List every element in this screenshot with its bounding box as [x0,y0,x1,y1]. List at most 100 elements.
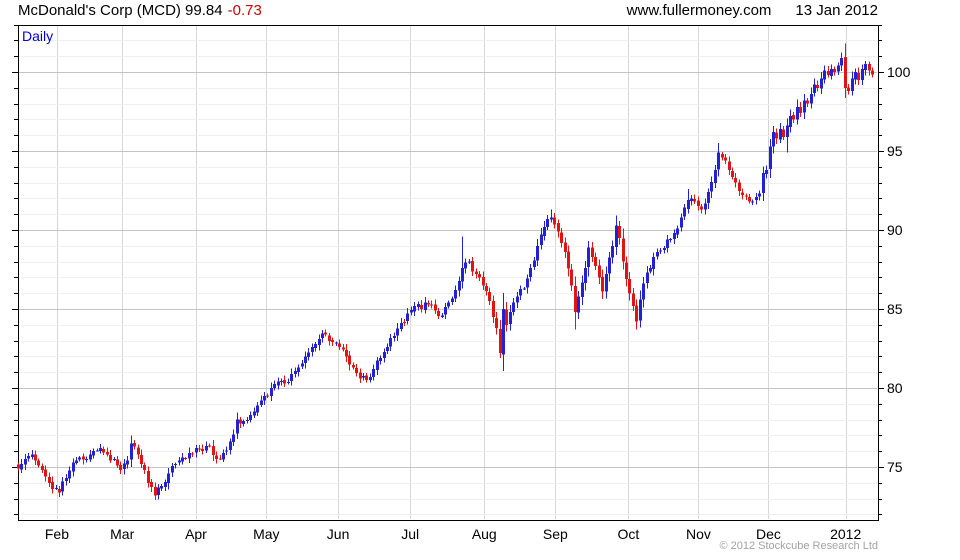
candle [20,459,23,474]
y-axis-label: 90 [887,222,903,238]
candle [505,302,508,332]
candle [833,66,836,76]
candle-body [488,292,491,302]
candle-body [307,352,310,357]
candle-body [44,469,47,477]
candle-body [594,257,597,266]
candle-body [482,276,485,286]
candle [806,97,809,107]
candle [642,277,645,308]
candle [400,317,403,332]
candle [37,458,40,468]
candle [314,342,317,352]
candle [116,455,119,469]
candle [430,300,433,309]
candle-body [444,307,447,315]
candle [693,194,696,204]
candle [34,450,37,466]
candle [857,67,860,86]
axis-ticks [12,25,884,515]
candle [270,382,273,402]
candle [519,285,522,300]
candle-body [301,363,304,367]
candle [260,395,263,408]
candle [615,215,618,255]
candle-body [669,238,672,240]
candle [533,257,536,271]
candle-body [266,395,269,397]
candle [731,167,734,180]
candle [263,391,266,405]
candle-body [123,463,126,469]
candle-body [290,373,293,382]
candle [772,125,775,154]
candle-body [369,377,372,380]
candle-body [622,238,625,262]
candle-body [690,198,693,202]
candle [502,292,505,371]
candle-body [109,455,112,461]
candle [762,166,765,202]
candle-body [454,290,457,299]
candle [871,67,874,78]
candle [294,367,297,378]
candle [386,343,389,355]
candle [123,459,126,475]
candle-body [27,455,30,459]
candle [85,456,88,463]
candle [864,61,867,76]
candle [632,288,635,312]
candle [687,188,690,214]
candle-body [34,454,37,461]
candle-body [673,233,676,240]
candle [420,300,423,313]
candle-body [65,478,68,482]
candle-body [236,419,239,434]
candle-body [417,304,420,307]
candle-body [567,251,570,269]
candle-body [792,114,795,120]
candle-body [536,245,539,261]
candle [441,312,444,319]
candle-body [400,323,403,329]
x-axis-label: Mar [110,526,134,542]
candle-body [468,261,471,263]
x-axis-label: Feb [45,526,69,542]
candle-body [516,296,519,303]
candle-body [403,322,406,324]
candle [816,80,819,92]
candle-body [147,471,150,483]
candle [372,364,375,381]
candles [17,43,874,501]
candle [649,265,652,274]
candle-body [509,312,512,325]
candle [581,275,584,305]
candle-body [581,282,584,298]
candle [840,52,843,71]
candle-body [833,69,836,72]
candle [362,372,365,381]
candle-body [20,463,23,470]
candle-body [724,157,727,161]
candle [652,252,655,276]
candle-body [379,357,382,362]
candle-body [523,288,526,290]
candlestick-chart[interactable]: 75 80 85 90 95 100 Feb Mar Apr May Jun Jul Aug Sep Oct… [0,0,960,560]
candle-body [837,65,840,72]
candle [560,228,563,248]
candle [389,333,392,352]
candle-body [649,268,652,272]
candle [137,444,140,460]
candle-body [143,464,146,470]
candle-body [113,459,116,461]
candle-body [659,250,662,252]
candle [424,297,427,314]
candle-body [198,448,201,450]
candle-body [779,128,782,140]
candle-body [608,257,611,274]
candle [102,446,105,455]
candle-body [529,267,532,278]
candle-body [844,56,847,88]
candle [622,228,625,270]
candle-body [687,199,690,209]
